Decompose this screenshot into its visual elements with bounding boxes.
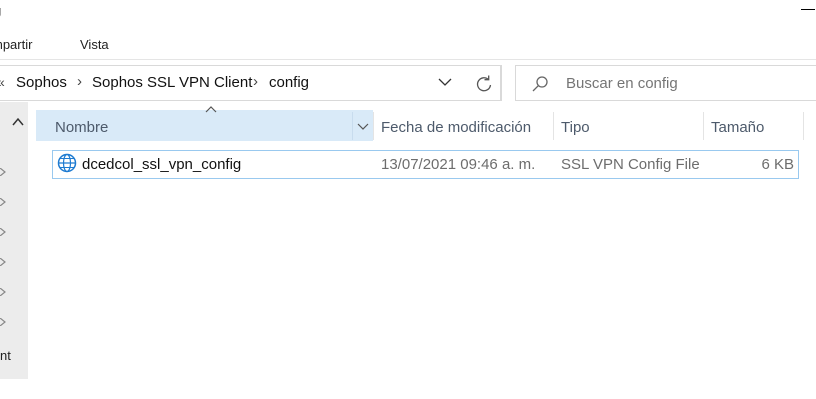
refresh-button[interactable] [466, 65, 502, 101]
refresh-icon [476, 75, 492, 92]
file-modified: 13/07/2021 09:46 a. m. [381, 156, 536, 173]
scroll-up-icon[interactable] [10, 116, 26, 128]
navigation-pane[interactable] [0, 102, 28, 379]
nav-item-label[interactable]: nt [0, 348, 11, 363]
breadcrumb-sophos-ssl-vpn-client[interactable]: Sophos SSL VPN Client [92, 74, 252, 91]
globe-icon [57, 153, 77, 173]
file-name[interactable]: dcedcol_ssl_vpn_config [82, 156, 241, 173]
breadcrumb-sophos[interactable]: Sophos [16, 74, 67, 91]
expand-arrow-icon[interactable] [0, 318, 6, 326]
column-header-name-label[interactable]: Nombre [55, 119, 108, 136]
column-header-size[interactable]: Tamaño [711, 119, 764, 136]
tab-share[interactable]: mpartir [0, 37, 32, 52]
expand-arrow-icon[interactable] [0, 288, 6, 296]
search-icon [532, 76, 548, 92]
column-divider[interactable] [373, 112, 374, 140]
breadcrumb-overflow[interactable]: « [0, 74, 5, 90]
column-divider[interactable] [352, 112, 353, 140]
minimize-button[interactable] [801, 9, 815, 10]
column-header-modified[interactable]: Fecha de modificación [381, 119, 531, 136]
sort-ascending-icon [205, 106, 217, 113]
chevron-down-icon[interactable] [438, 78, 452, 87]
expand-arrow-icon[interactable] [0, 168, 6, 176]
file-size: 6 KB [761, 156, 794, 173]
ribbon-divider [0, 59, 816, 60]
search-input[interactable] [566, 75, 806, 92]
column-filter-dropdown-icon[interactable] [356, 119, 370, 133]
column-header-type[interactable]: Tipo [561, 119, 590, 136]
column-divider[interactable] [803, 112, 804, 140]
expand-arrow-icon[interactable] [0, 228, 6, 236]
window-title: g [0, 3, 1, 18]
file-type: SSL VPN Config File [561, 156, 700, 173]
expand-arrow-icon[interactable] [0, 258, 6, 266]
tab-view[interactable]: Vista [80, 37, 109, 52]
breadcrumb-separator[interactable]: › [253, 73, 258, 90]
breadcrumb-config[interactable]: config [269, 74, 309, 91]
column-divider[interactable] [703, 112, 704, 140]
breadcrumb-separator[interactable]: › [77, 73, 82, 90]
expand-arrow-icon[interactable] [0, 198, 6, 206]
column-divider[interactable] [553, 112, 554, 140]
